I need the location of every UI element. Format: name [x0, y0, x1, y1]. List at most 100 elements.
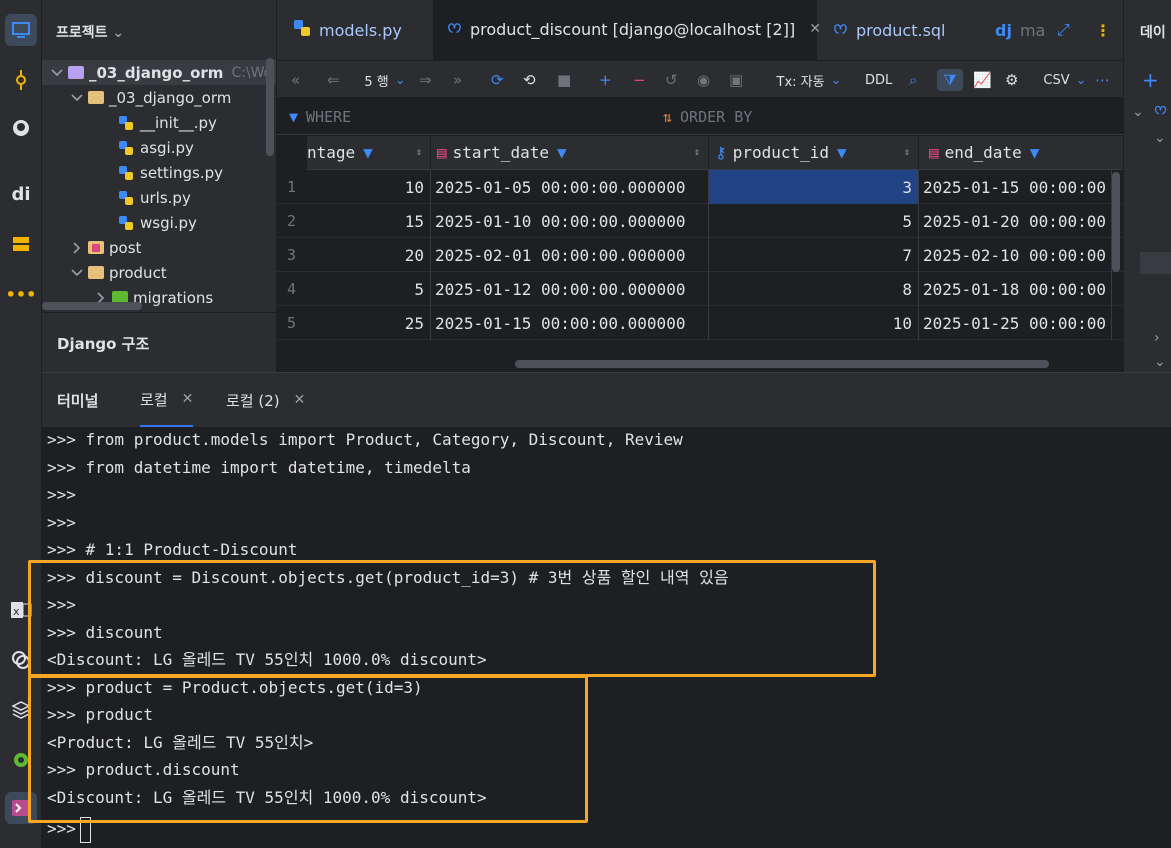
cell-product-id[interactable]: 5: [709, 204, 919, 238]
cell-end-date[interactable]: 2025-01-25 00:00:00: [919, 306, 1112, 340]
chevron-right-icon[interactable]: [70, 241, 84, 255]
chevron-down-icon[interactable]: ⌄: [1132, 104, 1144, 120]
selected-tree-item[interactable]: [1140, 252, 1171, 274]
column-header-product-id[interactable]: ⚷ product_id ▼ ⇕: [709, 136, 919, 170]
column-header-percentage[interactable]: ntage ▼ ⇕: [307, 136, 431, 170]
cell-product-id[interactable]: 7: [709, 238, 919, 272]
more-options-icon[interactable]: ⋮: [1095, 0, 1111, 60]
save-icon[interactable]: ▣: [729, 69, 743, 91]
first-page-icon[interactable]: «: [291, 69, 300, 91]
expand-icon[interactable]: ⤢: [1057, 0, 1070, 60]
filter-panel-icon[interactable]: ⧩: [937, 69, 963, 91]
chevron-down-icon[interactable]: [50, 66, 64, 80]
table-row[interactable]: 1 10 2025-01-05 00:00:00.000000 3 2025-0…: [277, 170, 1124, 204]
tab-local-2[interactable]: 로컬 (2) ✕: [226, 373, 305, 427]
search-icon[interactable]: ⌕: [909, 69, 917, 91]
tree-item-root[interactable]: _03_django_orm C:\Wo: [42, 60, 276, 85]
cell-end-date[interactable]: 2025-01-20 00:00:00: [919, 204, 1112, 238]
github-icon[interactable]: [5, 112, 37, 144]
filter-icon[interactable]: ▼: [363, 143, 373, 162]
cell-end-date[interactable]: 2025-01-18 00:00:00: [919, 272, 1112, 306]
tree-item-folder[interactable]: _03_django_orm: [42, 85, 276, 110]
column-header-start-date[interactable]: ▤ start_date ▼ ⇕: [431, 136, 709, 170]
next-page-icon[interactable]: ⇒: [419, 69, 432, 91]
transaction-mode-dropdown[interactable]: Tx: 자동 ⌄: [775, 69, 843, 91]
filter-icon[interactable]: ▼: [837, 143, 847, 162]
sort-icon[interactable]: ⇕: [694, 147, 700, 158]
cell-percentage[interactable]: 25: [307, 306, 431, 340]
add-row-icon[interactable]: +: [599, 69, 612, 91]
history-icon[interactable]: ⟲: [523, 69, 536, 91]
chevron-down-icon[interactable]: ⌄: [1154, 130, 1166, 146]
last-page-icon[interactable]: »: [453, 69, 462, 91]
filter-icon[interactable]: ▼: [1030, 143, 1040, 162]
cell-percentage[interactable]: 15: [307, 204, 431, 238]
table-row[interactable]: 2 15 2025-01-10 00:00:00.000000 5 2025-0…: [277, 204, 1124, 238]
more-tools-icon[interactable]: •••: [5, 278, 37, 310]
cell-start-date[interactable]: 2025-01-10 00:00:00.000000: [431, 204, 709, 238]
cell-percentage[interactable]: 5: [307, 272, 431, 306]
sort-icon[interactable]: ⇕: [904, 147, 910, 158]
table-row[interactable]: 4 5 2025-01-12 00:00:00.000000 8 2025-01…: [277, 272, 1124, 306]
export-format-dropdown[interactable]: CSV ⌄: [1041, 69, 1089, 91]
tree-item-file[interactable]: __init__.py: [42, 110, 276, 135]
rows-count-dropdown[interactable]: 5 행 ⌄: [357, 69, 413, 91]
vertical-scrollbar[interactable]: [266, 58, 274, 156]
cell-end-date[interactable]: 2025-02-10 00:00:00: [919, 238, 1112, 272]
filter-icon[interactable]: ▼: [557, 143, 567, 162]
chart-icon[interactable]: 📈: [973, 69, 992, 91]
export-settings-icon[interactable]: ⚙: [1005, 69, 1018, 91]
delete-row-icon[interactable]: −: [633, 69, 646, 91]
table-row[interactable]: 5 25 2025-01-15 00:00:00.000000 10 2025-…: [277, 306, 1124, 340]
tab-product-discount[interactable]: ᰔ product_discount [django@localhost [2]…: [433, 0, 821, 60]
cell-end-date[interactable]: 2025-01-15 00:00:00: [919, 170, 1112, 204]
where-filter[interactable]: ▼ WHERE: [289, 108, 351, 126]
cell-percentage[interactable]: 10: [307, 170, 431, 204]
close-icon[interactable]: ✕: [294, 392, 306, 408]
close-icon[interactable]: ✕: [182, 391, 194, 407]
commit-icon[interactable]: [5, 64, 37, 96]
cell-product-id[interactable]: 10: [709, 306, 919, 340]
tree-item-folder[interactable]: post: [42, 235, 276, 260]
cell-product-id[interactable]: 8: [709, 272, 919, 306]
tab-local[interactable]: 로컬 ✕: [140, 373, 194, 427]
chevron-down-icon[interactable]: ⌄: [112, 25, 124, 41]
project-view-icon[interactable]: [5, 14, 37, 46]
chevron-down-icon[interactable]: ⌄: [1154, 354, 1166, 370]
tree-item-file[interactable]: wsgi.py: [42, 210, 276, 235]
grid-horizontal-scrollbar[interactable]: [515, 360, 1049, 368]
tab-models-py[interactable]: models.py: [293, 0, 402, 60]
close-icon[interactable]: ✕: [809, 21, 821, 37]
project-panel-title[interactable]: 프로젝트 ⌄: [56, 22, 124, 42]
tab-product-sql[interactable]: ᰔ product.sql: [833, 0, 946, 60]
horizontal-scrollbar[interactable]: [42, 302, 142, 310]
sort-icon[interactable]: ⇕: [416, 147, 422, 158]
cell-start-date[interactable]: 2025-01-15 00:00:00.000000: [431, 306, 709, 340]
database-icon[interactable]: [5, 228, 37, 260]
django-icon[interactable]: di: [5, 178, 37, 210]
chevron-right-icon[interactable]: ›: [1154, 330, 1160, 346]
cell-percentage[interactable]: 20: [307, 238, 431, 272]
tab-manage-py[interactable]: dj ma: [995, 0, 1045, 60]
order-by-filter[interactable]: ⇅ ORDER BY: [663, 108, 752, 126]
table-row[interactable]: 3 20 2025-02-01 00:00:00.000000 7 2025-0…: [277, 238, 1124, 272]
grid-vertical-scrollbar[interactable]: [1112, 172, 1120, 272]
add-datasource-icon[interactable]: +: [1142, 68, 1159, 92]
tree-item-file[interactable]: urls.py: [42, 185, 276, 210]
revert-icon[interactable]: ↺: [665, 69, 678, 91]
cell-start-date[interactable]: 2025-01-05 00:00:00.000000: [431, 170, 709, 204]
tree-item-file[interactable]: settings.py: [42, 160, 276, 185]
django-structure-panel[interactable]: Django 구조: [42, 312, 276, 372]
tree-item-file[interactable]: asgi.py: [42, 135, 276, 160]
stop-icon[interactable]: ■: [557, 69, 571, 91]
chevron-down-icon[interactable]: [70, 266, 84, 280]
tree-item-folder[interactable]: product: [42, 260, 276, 285]
ddl-button[interactable]: DDL: [865, 69, 892, 91]
view-icon[interactable]: ◉: [697, 69, 710, 91]
previous-page-icon[interactable]: ⇐: [327, 69, 340, 91]
cell-product-id[interactable]: 3: [709, 170, 919, 204]
more-icon[interactable]: ⋯: [1095, 69, 1110, 91]
column-header-end-date[interactable]: ▤ end_date ▼: [919, 136, 1124, 170]
cell-start-date[interactable]: 2025-02-01 00:00:00.000000: [431, 238, 709, 272]
database-panel-title[interactable]: 데이: [1140, 22, 1166, 42]
